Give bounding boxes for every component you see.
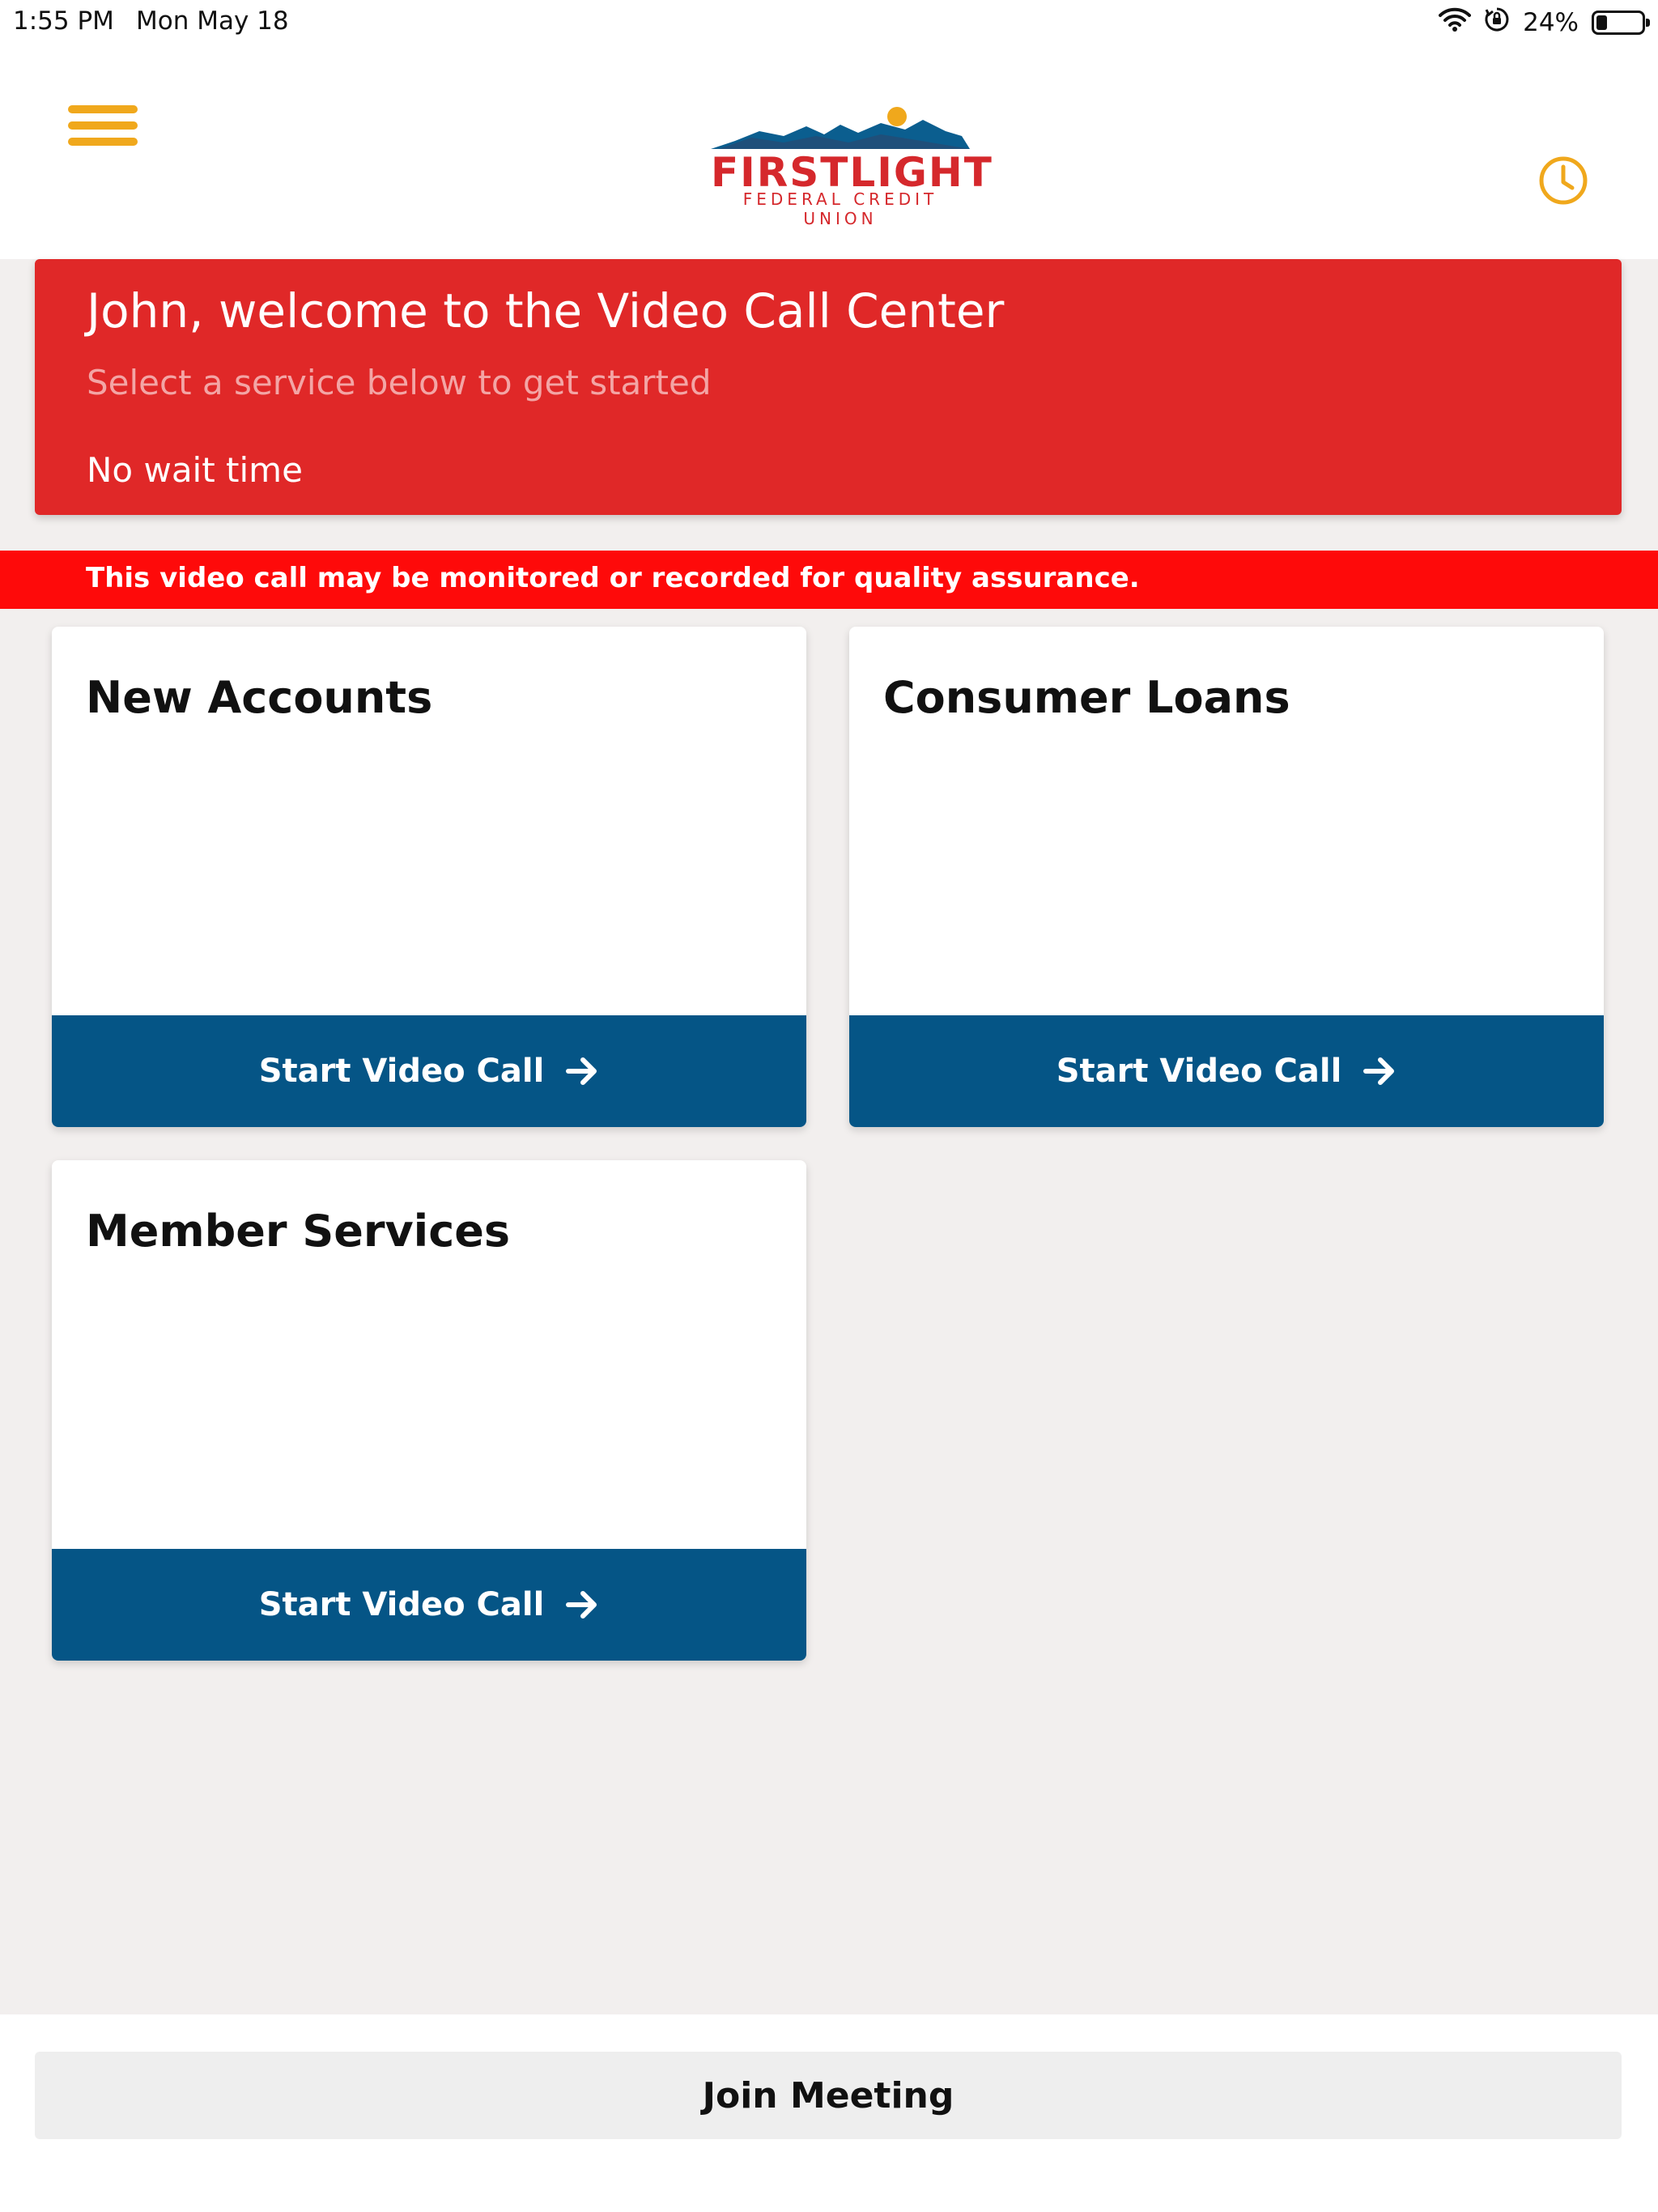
start-video-call-button[interactable]: Start Video Call: [849, 1015, 1604, 1127]
firstlight-logo: FIRSTLIGHT FEDERAL CREDIT UNION: [711, 102, 992, 228]
history-button[interactable]: [1537, 154, 1590, 207]
service-card-member-services: Member Services Start Video Call: [52, 1160, 806, 1661]
battery-percent: 24%: [1523, 8, 1579, 37]
status-bar: 1:55 PM Mon May 18 24%: [0, 0, 1658, 45]
arrow-right-icon: [566, 1057, 597, 1085]
status-date: Mon May 18: [136, 6, 289, 36]
service-title: Member Services: [86, 1206, 510, 1257]
hamburger-menu-icon: [68, 105, 138, 113]
start-video-call-button[interactable]: Start Video Call: [52, 1015, 806, 1127]
arrow-right-icon: [566, 1591, 597, 1619]
orientation-lock-icon: [1484, 6, 1510, 39]
service-title: Consumer Loans: [883, 672, 1290, 723]
arrow-right-icon: [1363, 1057, 1395, 1085]
hamburger-menu-bar: [68, 138, 138, 146]
status-indicators: 24%: [1439, 6, 1650, 39]
menu-button[interactable]: [68, 105, 139, 152]
join-meeting-button[interactable]: Join Meeting: [35, 2052, 1622, 2139]
service-title: New Accounts: [86, 672, 433, 723]
battery-fill: [1596, 15, 1607, 30]
welcome-title: John, welcome to the Video Call Center: [87, 283, 1005, 338]
recording-notice-text: This video call may be monitored or reco…: [86, 562, 1140, 594]
battery-icon: [1592, 11, 1650, 35]
start-video-call-label: Start Video Call: [1056, 1053, 1342, 1090]
recording-notice: This video call may be monitored or reco…: [0, 551, 1658, 609]
footer: Join Meeting: [0, 2014, 1658, 2212]
status-time: 1:55 PM: [13, 6, 114, 36]
hamburger-menu-bar: [68, 121, 138, 130]
clock-icon: [1539, 156, 1588, 205]
wifi-icon: [1439, 7, 1472, 38]
welcome-card: John, welcome to the Video Call Center S…: [35, 259, 1622, 515]
start-video-call-label: Start Video Call: [258, 1053, 545, 1090]
service-card-consumer-loans: Consumer Loans Start Video Call: [849, 627, 1604, 1127]
service-card-new-accounts: New Accounts Start Video Call: [52, 627, 806, 1127]
wait-time-label: No wait time: [87, 450, 303, 490]
welcome-subtitle: Select a service below to get started: [87, 363, 712, 402]
start-video-call-label: Start Video Call: [258, 1586, 545, 1623]
start-video-call-button[interactable]: Start Video Call: [52, 1549, 806, 1661]
logo-subtitle-text: FEDERAL CREDIT UNION: [742, 189, 938, 228]
join-meeting-label: Join Meeting: [702, 2074, 954, 2116]
